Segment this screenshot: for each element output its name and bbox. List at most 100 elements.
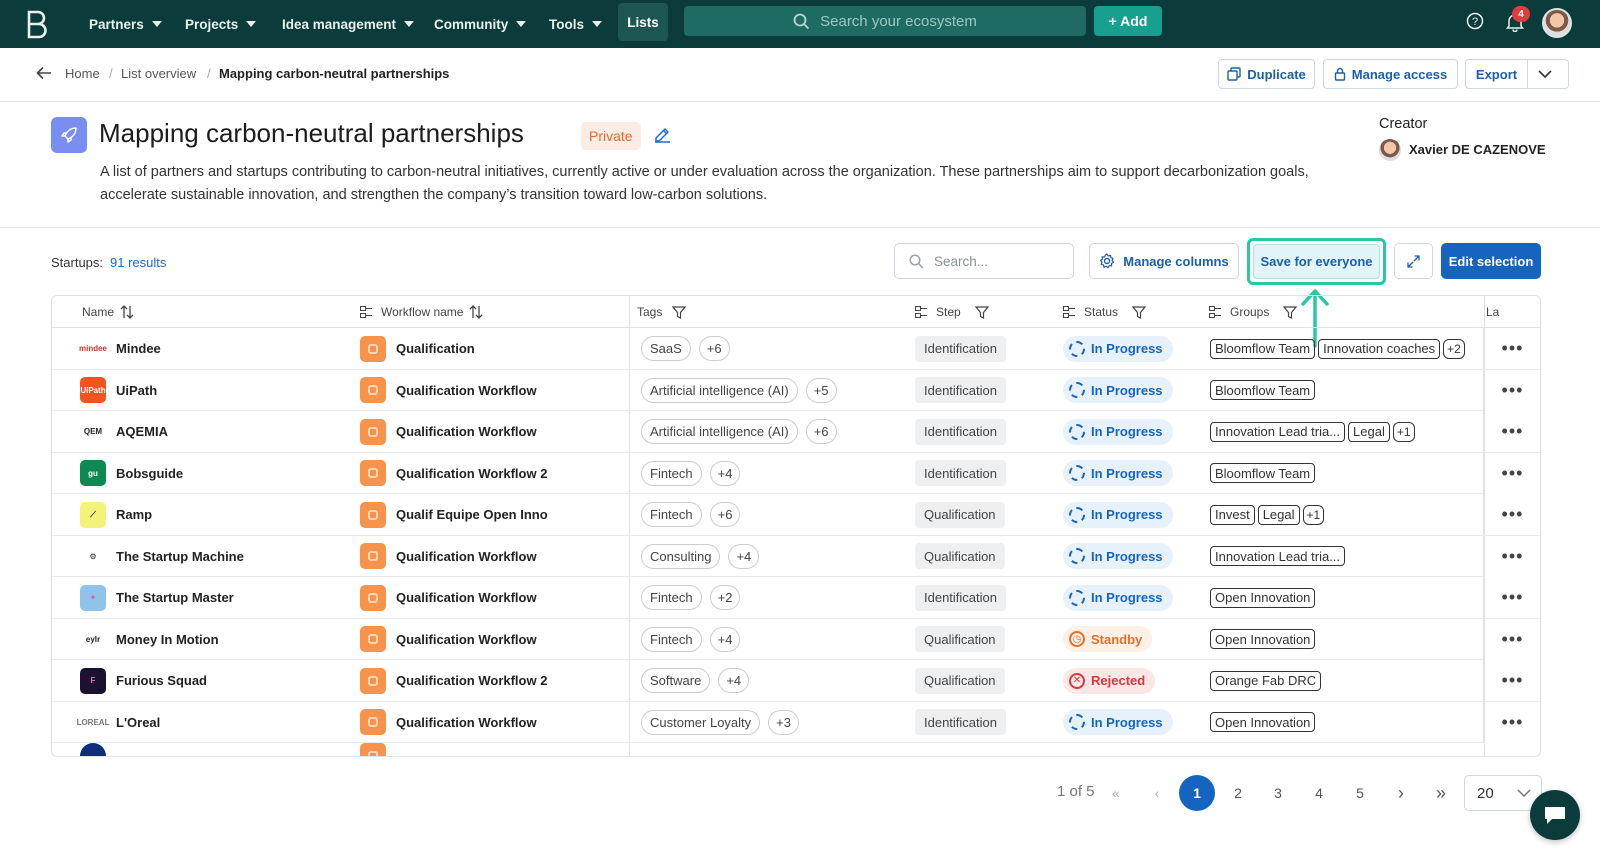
page-button-3[interactable]: 3 [1260, 775, 1296, 811]
tag-more-chip[interactable]: +4 [718, 668, 750, 693]
column-header-workflow[interactable]: Workflow name [360, 296, 483, 328]
page-button-1[interactable]: 1 [1179, 775, 1215, 811]
filter-icon[interactable] [974, 305, 989, 319]
page-button-2[interactable]: 2 [1220, 775, 1256, 811]
filter-icon[interactable] [672, 305, 687, 319]
export-button[interactable]: Export [1465, 59, 1528, 89]
name-cell[interactable]: ⚙ The Startup Machine [80, 536, 244, 577]
company-name[interactable]: The Startup Machine [116, 549, 244, 564]
name-cell[interactable]: gu Bobsguide [80, 453, 183, 494]
company-name[interactable]: Bobsguide [116, 466, 183, 481]
nav-idea-management[interactable]: Idea management [282, 0, 415, 48]
more-options-icon[interactable]: ••• [1483, 369, 1540, 411]
table-row[interactable]: ✦ The Startup Master Qualification Workflo… [52, 577, 1540, 619]
more-options-icon[interactable]: ••• [1483, 577, 1540, 618]
company-name[interactable]: Mindee [116, 341, 161, 356]
duplicate-button[interactable]: Duplicate [1218, 59, 1315, 89]
table-row[interactable]: LOREAL L'Oreal Qualification Workflow Custo… [52, 701, 1540, 743]
back-arrow-icon[interactable] [36, 66, 52, 80]
more-options-icon[interactable]: ••• [1483, 452, 1540, 494]
tag-more-chip[interactable]: +3 [768, 709, 799, 735]
tag-more-chip[interactable]: +6 [805, 419, 837, 444]
column-header-status[interactable]: Status [1063, 296, 1147, 328]
name-cell[interactable]: ✦ The Startup Master [80, 577, 234, 618]
group-more-chip[interactable]: +1 [1302, 504, 1325, 525]
add-button[interactable]: + Add [1094, 6, 1162, 36]
company-name[interactable]: Furious Squad [116, 673, 207, 688]
user-avatar[interactable] [1542, 8, 1572, 38]
name-cell[interactable]: eylr Money In Motion [80, 619, 219, 660]
table-row[interactable] [52, 742, 1540, 756]
tag-more-chip[interactable]: +6 [698, 336, 730, 361]
more-options-icon[interactable]: ••• [1483, 701, 1540, 743]
company-name[interactable]: Ramp [116, 507, 152, 522]
table-row[interactable]: mindee Mindee Qualification SaaS +6 Identific… [52, 328, 1540, 370]
save-for-everyone-button[interactable]: Save for everyone [1253, 244, 1380, 279]
table-row[interactable]: F Furious Squad Qualification Workflow 2 So… [52, 660, 1540, 702]
group-more-chip[interactable]: +1 [1392, 421, 1415, 442]
tag-more-chip[interactable]: +2 [709, 585, 741, 610]
column-header-last[interactable]: La [1486, 296, 1499, 328]
manage-access-button[interactable]: Manage access [1323, 59, 1458, 89]
first-page-button[interactable]: « [1098, 775, 1134, 811]
table-row[interactable]: eylr Money In Motion Qualification Workflo… [52, 618, 1540, 660]
name-cell[interactable]: UiPath UiPath [80, 370, 157, 411]
tag-more-chip[interactable]: +4 [709, 460, 741, 486]
ecosystem-search[interactable]: Search your ecosystem [684, 6, 1086, 36]
breadcrumb-home[interactable]: Home [65, 66, 100, 81]
filter-icon[interactable] [1132, 305, 1147, 319]
company-name[interactable]: L'Oreal [116, 715, 160, 730]
results-count[interactable]: 91 results [110, 255, 166, 270]
nav-partners[interactable]: Partners [89, 0, 162, 48]
chat-button[interactable] [1530, 790, 1580, 840]
nav-projects[interactable]: Projects [185, 0, 257, 48]
breadcrumb-list-overview[interactable]: List overview [121, 66, 196, 81]
tag-more-chip[interactable]: +5 [805, 377, 837, 403]
tag-more-chip[interactable]: +6 [709, 502, 741, 527]
company-name[interactable]: Money In Motion [116, 632, 219, 647]
group-more-chip[interactable]: +2 [1443, 338, 1465, 359]
table-row[interactable]: gu Bobsguide Qualification Workflow 2 Finte… [52, 452, 1540, 494]
table-search-input[interactable]: Search... [894, 243, 1074, 279]
sort-icon[interactable] [469, 305, 483, 319]
table-row[interactable]: ⟋ Ramp Qualif Equipe Open Inno Fintech +6 Qua… [52, 494, 1540, 536]
more-options-icon[interactable]: ••• [1483, 535, 1540, 577]
manage-columns-button[interactable]: Manage columns [1089, 243, 1239, 279]
column-header-name[interactable]: Name [82, 296, 134, 328]
name-cell[interactable]: mindee Mindee [79, 328, 161, 369]
more-options-icon[interactable]: ••• [1483, 328, 1540, 369]
next-page-button[interactable]: › [1383, 775, 1419, 811]
pencil-icon[interactable] [654, 126, 671, 143]
name-cell[interactable]: ⟋ Ramp [80, 494, 152, 535]
filter-icon[interactable] [1283, 305, 1298, 319]
expand-button[interactable] [1394, 243, 1433, 279]
nav-community[interactable]: Community [434, 0, 527, 48]
tag-more-chip[interactable]: +4 [709, 626, 741, 652]
prev-page-button[interactable]: ‹ [1139, 775, 1175, 811]
more-options-icon[interactable]: ••• [1483, 660, 1540, 701]
nav-lists[interactable]: Lists [618, 3, 668, 41]
last-page-button[interactable]: » [1423, 775, 1459, 811]
page-size-select[interactable]: 20 [1464, 775, 1542, 811]
column-header-groups[interactable]: Groups [1209, 296, 1298, 328]
page-button-5[interactable]: 5 [1342, 775, 1378, 811]
column-header-tags[interactable]: Tags [637, 296, 687, 328]
table-row[interactable]: UiPath UiPath Qualification Workflow Artifi… [52, 369, 1540, 411]
help-icon[interactable]: ? [1466, 12, 1484, 30]
more-options-icon[interactable]: ••• [1483, 618, 1540, 660]
name-cell[interactable]: F Furious Squad [80, 660, 207, 701]
sort-icon[interactable] [120, 305, 134, 319]
more-options-icon[interactable]: ••• [1483, 494, 1540, 535]
nav-tools[interactable]: Tools [549, 0, 602, 48]
edit-selection-button[interactable]: Edit selection [1441, 243, 1541, 279]
company-name[interactable]: The Startup Master [116, 590, 234, 605]
export-menu-button[interactable] [1527, 59, 1569, 89]
table-row[interactable]: QEM AQEMIA Qualification Workflow Artificia… [52, 411, 1540, 453]
name-cell[interactable]: QEM AQEMIA [80, 411, 168, 452]
company-name[interactable]: AQEMIA [116, 424, 168, 439]
page-button-4[interactable]: 4 [1301, 775, 1337, 811]
more-options-icon[interactable]: ••• [1483, 411, 1540, 452]
column-header-step[interactable]: Step [915, 296, 989, 328]
tag-more-chip[interactable]: +4 [728, 543, 760, 569]
bloomflow-logo-icon[interactable] [26, 9, 48, 39]
